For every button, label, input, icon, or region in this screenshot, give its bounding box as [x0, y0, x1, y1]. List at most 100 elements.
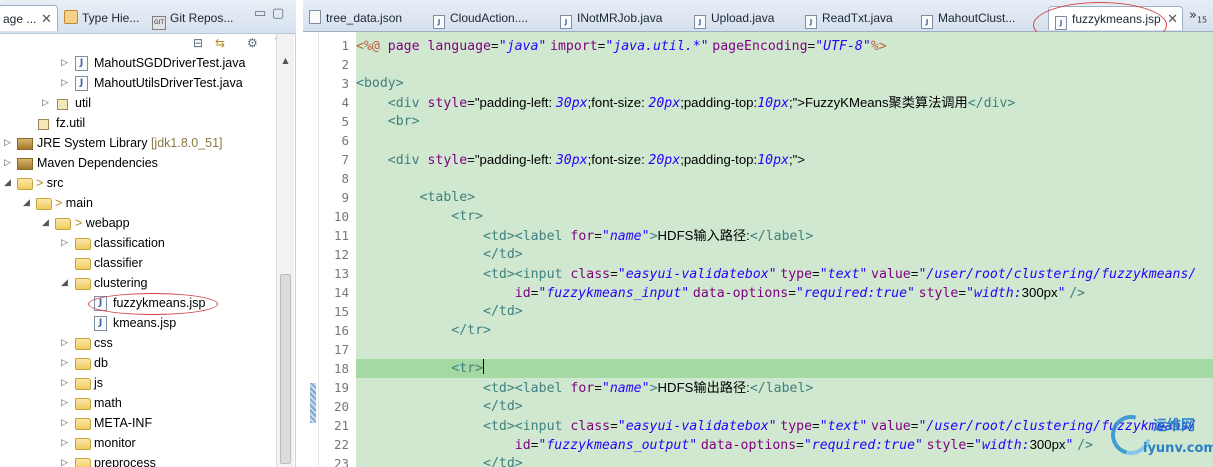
code-line[interactable]: </td>	[356, 397, 1213, 416]
tree-item[interactable]: ▷ Maven Dependencies	[0, 153, 276, 173]
code-token: pageEncoding	[712, 39, 808, 54]
code-line[interactable]	[356, 340, 1213, 359]
tree-item[interactable]: ▷ classification	[0, 233, 276, 253]
expand-icon[interactable]: ▷	[61, 453, 68, 467]
maximize-icon[interactable]: ▢	[272, 6, 284, 21]
tree-item[interactable]: ▷ monitor	[0, 433, 276, 453]
tree-item[interactable]: ▷ preprocess	[0, 453, 276, 467]
tab-git-repositories[interactable]: GIT Git Repos...	[152, 5, 246, 31]
code-line[interactable]: id="fuzzykmeans_output" data-options="re…	[356, 435, 1213, 454]
tree-item[interactable]: fz.util	[0, 113, 276, 133]
minimize-icon[interactable]: ▭	[254, 6, 266, 21]
expand-icon[interactable]: ▷	[61, 233, 68, 253]
editor-tab[interactable]: J CloudAction....	[433, 6, 528, 30]
code-line[interactable]: <td><label for="name">HDFS输出路径:</label>	[356, 378, 1213, 397]
tree-item[interactable]: ▷ js	[0, 373, 276, 393]
code-line[interactable]: </td>	[356, 302, 1213, 321]
tree-item-label: > main	[55, 196, 93, 210]
code-line[interactable]: <td><input class="easyui-validatebox" ty…	[356, 264, 1213, 283]
code-token: style	[926, 438, 967, 453]
expand-icon[interactable]: ▷	[61, 373, 68, 393]
code-line[interactable]: <tr>	[356, 207, 1213, 226]
expand-icon[interactable]: ▷	[61, 73, 68, 93]
expand-icon[interactable]: ▷	[61, 53, 68, 73]
code-token: "UTF-8"	[815, 39, 871, 54]
tab-overflow-button[interactable]: »15	[1189, 8, 1207, 25]
expand-icon[interactable]: ▷	[61, 433, 68, 453]
tree-item[interactable]: ▷ J MahoutSGDDriverTest.java	[0, 53, 276, 73]
change-marker	[310, 383, 316, 423]
expand-icon[interactable]: ▷	[4, 133, 11, 153]
code-token: ;">	[788, 152, 805, 167]
expand-icon[interactable]: ▷	[61, 353, 68, 373]
code-line[interactable]: </td>	[356, 454, 1213, 467]
tree-item[interactable]: ▷ J MahoutUtilsDriverTest.java	[0, 73, 276, 93]
code-token: "	[1057, 286, 1066, 301]
tree-item[interactable]: ◢ > main	[0, 193, 276, 213]
tree-item[interactable]: ◢ > src	[0, 173, 276, 193]
expand-icon[interactable]: ▷	[61, 413, 68, 433]
code-line[interactable]: </td>	[356, 245, 1213, 264]
code-token: =	[467, 152, 475, 167]
code-line[interactable]	[356, 131, 1213, 150]
code-line[interactable]: <br>	[356, 112, 1213, 131]
code-line[interactable]: <td><label for="name">HDFS输入路径:</label>	[356, 226, 1213, 245]
code-line[interactable]: id="fuzzykmeans_input" data-options="req…	[356, 283, 1213, 302]
code-line[interactable]: </tr>	[356, 321, 1213, 340]
code-line[interactable]: <tr>	[356, 359, 1213, 378]
code-token: =	[610, 266, 618, 281]
code-line[interactable]: <div style="padding-left: 30px;font-size…	[356, 150, 1213, 169]
tree-item[interactable]: ▷ META-INF	[0, 413, 276, 433]
code-line[interactable]: <body>	[356, 74, 1213, 93]
tree-item[interactable]: ▷ JRE System Library [jdk1.8.0_51]	[0, 133, 276, 153]
code-line[interactable]	[356, 169, 1213, 188]
tree-item[interactable]: J kmeans.jsp	[0, 313, 276, 333]
tree-item[interactable]: ◢ > webapp	[0, 213, 276, 233]
code-token: "text"	[819, 267, 868, 282]
tree-item[interactable]: ◢ clustering	[0, 273, 276, 293]
collapse-icon[interactable]: ◢	[4, 173, 11, 193]
collapse-icon[interactable]: ◢	[42, 213, 49, 233]
editor-tab[interactable]: J INotMRJob.java	[560, 6, 662, 30]
code-token: "java"	[498, 39, 547, 54]
code-line[interactable]	[356, 55, 1213, 74]
tab-type-hierarchy[interactable]: Type Hie...	[64, 5, 148, 31]
code-line[interactable]: <%@ page language="java" import="java.ut…	[356, 36, 1213, 55]
code-line[interactable]: <div style="padding-left: 30px;font-size…	[356, 93, 1213, 112]
scroll-up-icon[interactable]: ▲	[277, 52, 294, 69]
editor-tab[interactable]: J MahoutClust...	[921, 6, 1015, 30]
tree-item[interactable]: ▷ db	[0, 353, 276, 373]
code-token: style	[427, 96, 468, 111]
tree-scrollbar[interactable]: ▲	[276, 34, 294, 467]
scrollbar-thumb[interactable]	[280, 274, 291, 464]
tree-item-label: js	[94, 376, 104, 390]
close-icon[interactable]: ✕	[1167, 7, 1178, 31]
tree-item[interactable]: classifier	[0, 253, 276, 273]
tree-item[interactable]: ▷ math	[0, 393, 276, 413]
line-number: 6	[341, 133, 349, 148]
tab-package-explorer[interactable]: age ... ✕	[0, 5, 58, 31]
code-line[interactable]: <table>	[356, 188, 1213, 207]
code-line[interactable]: <td><input class="easyui-validatebox" ty…	[356, 416, 1213, 435]
line-number: 20	[333, 399, 349, 414]
code-token: />	[1077, 438, 1094, 453]
line-number: 15	[333, 304, 349, 319]
line-number: 3	[341, 76, 349, 91]
editor-tab[interactable]: J ReadTxt.java	[805, 6, 893, 30]
code-area[interactable]: <%@ page language="java" import="java.ut…	[356, 32, 1213, 467]
close-icon[interactable]: ✕	[41, 6, 52, 32]
code-token: 30px	[555, 153, 588, 168]
collapse-icon[interactable]: ◢	[61, 273, 68, 293]
expand-icon[interactable]: ▷	[61, 333, 68, 353]
editor-tab[interactable]: tree_data.json	[309, 6, 402, 30]
expand-icon[interactable]: ▷	[61, 393, 68, 413]
expand-icon[interactable]: ▷	[4, 153, 11, 173]
collapse-icon[interactable]: ◢	[23, 193, 30, 213]
expand-icon[interactable]: ▷	[42, 93, 49, 113]
tree-item-label: META-INF	[94, 416, 153, 430]
code-token: style	[918, 286, 959, 301]
tree-item[interactable]: ▷ util	[0, 93, 276, 113]
editor-tab[interactable]: J Upload.java	[694, 6, 774, 30]
tree-item[interactable]: ▷ css	[0, 333, 276, 353]
